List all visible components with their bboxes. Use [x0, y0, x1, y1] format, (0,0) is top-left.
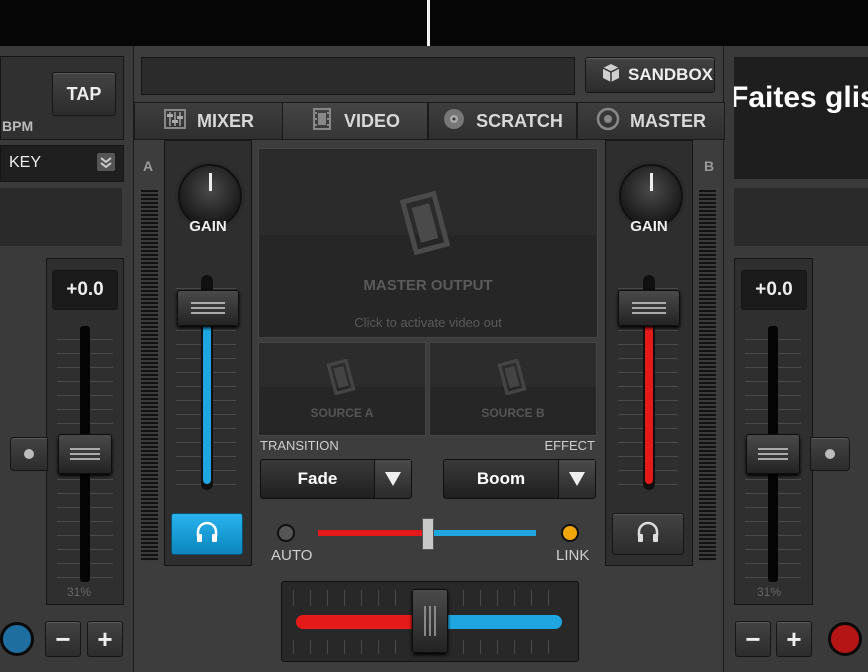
- channel-b-vu-meter: [699, 190, 716, 562]
- browser-search-bar[interactable]: [141, 57, 575, 95]
- tab-scratch[interactable]: SCRATCH: [428, 102, 577, 140]
- film-reel-icon: [323, 358, 359, 400]
- pitch-reset-icon: [825, 449, 835, 459]
- right-pitch-value: +0.0: [741, 270, 807, 310]
- vinyl-disc-icon: [442, 107, 466, 136]
- right-pitch-reset-button[interactable]: [810, 437, 850, 471]
- left-pitch-slider-thumb[interactable]: [58, 434, 112, 474]
- left-pitch-percent: 31%: [67, 585, 92, 599]
- film-reel-icon: [393, 190, 457, 260]
- sandbox-label: SANDBOX: [628, 65, 714, 84]
- left-pitch-plus-button[interactable]: +: [87, 621, 123, 657]
- right-deck-info-area: [734, 188, 868, 246]
- channel-a-headphone-cue-button[interactable]: [171, 513, 243, 555]
- master-output-label: MASTER OUTPUT: [363, 277, 493, 294]
- channel-a-gain-label: GAIN: [189, 218, 227, 235]
- right-pitch-minus-button[interactable]: −: [735, 621, 771, 657]
- channel-a-volume-thumb[interactable]: [177, 290, 239, 327]
- triangle-down-icon: [374, 460, 411, 498]
- video-crossfader-thumb[interactable]: [422, 518, 434, 550]
- link-led[interactable]: [561, 524, 579, 542]
- tap-button[interactable]: TAP: [52, 72, 116, 116]
- right-pitch-slider-thumb[interactable]: [746, 434, 800, 474]
- crossfader-thumb[interactable]: [412, 589, 448, 653]
- film-strip-icon: [310, 107, 334, 136]
- crossfader-right-fill: [429, 615, 562, 629]
- tab-video[interactable]: VIDEO: [282, 102, 428, 140]
- effect-label: EFFECT: [544, 438, 595, 453]
- waveform-bar: [0, 0, 868, 46]
- channel-a-volume-level: [203, 318, 211, 484]
- mixer-sliders-icon: [163, 108, 187, 135]
- transition-label: TRANSITION: [260, 438, 339, 453]
- tab-master[interactable]: MASTER: [577, 102, 725, 140]
- video-crossfader-left-fill: [318, 530, 427, 536]
- effect-value: Boom: [476, 469, 526, 488]
- left-deck-jog-icon[interactable]: [0, 622, 34, 656]
- headphones-icon: [635, 520, 661, 549]
- auto-label: AUTO: [271, 547, 313, 564]
- video-crossfader-right-fill: [427, 530, 536, 536]
- transition-value: Fade: [297, 469, 338, 488]
- channel-a-letter: A: [143, 158, 154, 174]
- tab-mixer[interactable]: MIXER: [134, 102, 283, 140]
- master-output-hint: Click to activate video out: [354, 315, 502, 330]
- auto-led[interactable]: [277, 524, 295, 542]
- left-pitch-reset-button[interactable]: [10, 437, 48, 471]
- tab-mixer-label: MIXER: [196, 110, 254, 131]
- link-label: LINK: [556, 547, 590, 564]
- film-reel-icon: [494, 358, 530, 400]
- source-b-label: SOURCE B: [481, 406, 545, 420]
- effect-dropdown[interactable]: Boom: [443, 459, 596, 499]
- channel-b-headphone-cue-button[interactable]: [612, 513, 684, 555]
- source-a-preview[interactable]: SOURCE A: [258, 342, 426, 436]
- tab-master-label: MASTER: [630, 110, 706, 131]
- key-selector[interactable]: KEY: [0, 145, 124, 182]
- triangle-down-icon: [558, 460, 595, 498]
- bpm-label: BPM: [2, 118, 34, 134]
- waveform-playhead: [427, 0, 430, 46]
- left-pitch-minus-button[interactable]: −: [45, 621, 81, 657]
- right-deck-jog-icon[interactable]: [828, 622, 862, 656]
- source-a-label: SOURCE A: [310, 406, 374, 420]
- right-pitch-percent: 31%: [757, 585, 782, 599]
- channel-b-volume-thumb[interactable]: [618, 290, 680, 327]
- pitch-reset-icon: [24, 449, 34, 459]
- sandbox-button[interactable]: SANDBOX: [585, 57, 715, 93]
- right-deck-title-box: Faites glis: [734, 57, 868, 179]
- chevron-down-icon: [97, 153, 115, 171]
- channel-b-volume-level: [645, 318, 653, 484]
- tab-video-label: VIDEO: [343, 110, 400, 131]
- left-pitch-value: +0.0: [52, 270, 118, 310]
- right-deck-track-title: Faites glis: [734, 81, 868, 114]
- source-b-preview[interactable]: SOURCE B: [429, 342, 597, 436]
- cube-icon: [600, 62, 622, 89]
- crossfader-left-fill: [296, 615, 429, 629]
- master-output-preview[interactable]: MASTER OUTPUT Click to activate video ou…: [258, 148, 598, 338]
- headphones-icon: [194, 520, 220, 549]
- key-label: KEY: [9, 154, 42, 171]
- channel-b-gain-label: GAIN: [630, 218, 668, 235]
- target-icon: [596, 107, 620, 136]
- transition-dropdown[interactable]: Fade: [260, 459, 412, 499]
- channel-a-vu-meter: [141, 190, 158, 562]
- right-pitch-plus-button[interactable]: +: [776, 621, 812, 657]
- channel-b-letter: B: [704, 158, 715, 174]
- tab-scratch-label: SCRATCH: [476, 110, 563, 131]
- left-deck-info-area: [0, 188, 122, 246]
